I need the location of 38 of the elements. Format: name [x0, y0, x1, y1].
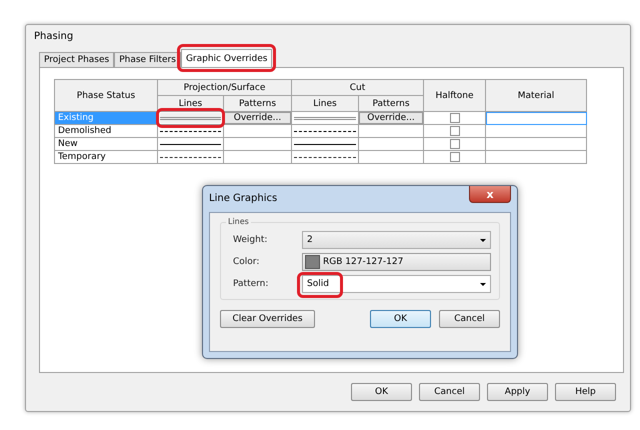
- checkbox[interactable]: [450, 126, 460, 136]
- column-header: Material: [486, 80, 586, 112]
- tab[interactable]: Graphic Overrides: [180, 49, 272, 67]
- dialog-button[interactable]: Help: [555, 383, 616, 401]
- column-header: Lines: [292, 96, 358, 112]
- column-header: Cut: [292, 80, 424, 96]
- checkbox[interactable]: [450, 112, 460, 123]
- field-label: Pattern:: [233, 279, 270, 289]
- table-cell[interactable]: Temporary: [54, 150, 158, 164]
- column-header: Patterns: [224, 96, 292, 112]
- dialog-button[interactable]: Cancel: [439, 310, 500, 328]
- dialog-button[interactable]: OK: [351, 383, 412, 401]
- window-title: Phasing: [33, 30, 74, 44]
- pattern-dropdown[interactable]: Solid: [302, 275, 491, 293]
- group-label: Lines: [226, 217, 251, 226]
- field-label: Weight:: [233, 235, 268, 245]
- tab[interactable]: Phase Filters: [114, 52, 181, 67]
- tab[interactable]: Project Phases: [39, 52, 114, 67]
- weight-dropdown[interactable]: 2: [302, 231, 491, 249]
- input-field[interactable]: [486, 112, 586, 124]
- column-header: Phase Status: [54, 80, 158, 112]
- field-label: Color:: [233, 257, 260, 267]
- checkbox[interactable]: [450, 138, 460, 149]
- column-header: Projection/Surface: [158, 80, 292, 96]
- close-button[interactable]: x: [469, 186, 511, 203]
- dialog-button[interactable]: Clear Overrides: [220, 310, 315, 328]
- table-cell[interactable]: Demolished: [54, 124, 158, 138]
- dialog-button[interactable]: Cancel: [419, 383, 480, 401]
- column-header: Halftone: [424, 80, 486, 112]
- override-button[interactable]: Override...: [359, 112, 423, 124]
- dialog-button[interactable]: OK: [370, 310, 431, 328]
- column-header: Patterns: [358, 96, 424, 112]
- override-button[interactable]: Override...: [224, 112, 291, 124]
- color-button[interactable]: RGB 127-127-127: [302, 253, 491, 271]
- dialog-title: Line Graphics: [209, 192, 278, 204]
- checkbox[interactable]: [450, 152, 460, 162]
- dialog-button[interactable]: Apply: [487, 383, 548, 401]
- table-cell[interactable]: New: [54, 138, 158, 150]
